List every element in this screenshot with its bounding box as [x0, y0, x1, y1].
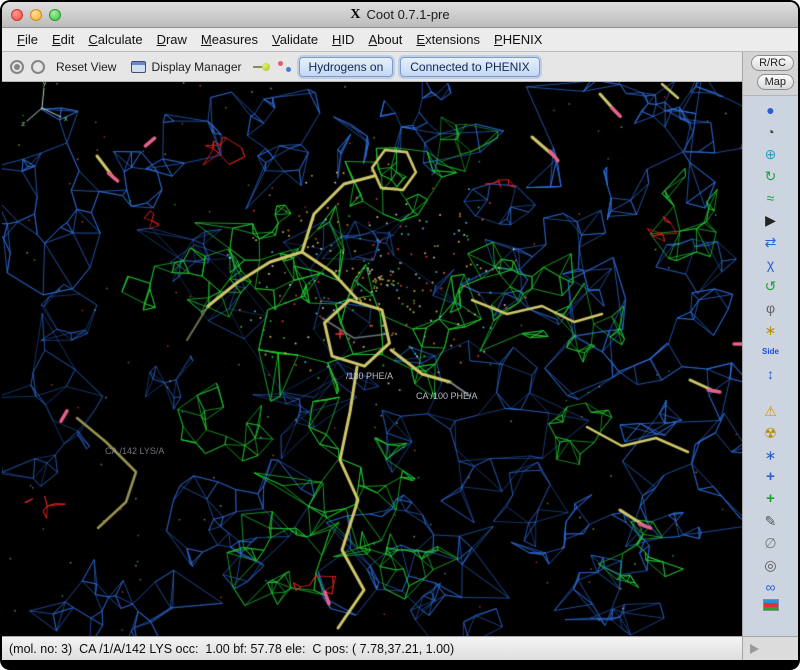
x11-icon: X [350, 7, 360, 23]
map-button[interactable]: Map [757, 74, 794, 90]
corner-cell [743, 636, 798, 660]
molecule-viewport[interactable] [2, 82, 742, 636]
flip-peptide-icon[interactable]: ↕ [760, 364, 782, 383]
edit-chi-angles-icon[interactable]: φ [760, 298, 782, 317]
menu-about[interactable]: About [361, 30, 409, 49]
crosshair-icon[interactable]: ⊕ [760, 144, 782, 163]
content-row: Reset View Display Manager Hydrogens on … [2, 52, 798, 660]
menu-calculate[interactable]: Calculate [81, 30, 149, 49]
delete-icon[interactable]: ∅ [760, 533, 782, 552]
reset-view-button[interactable]: Reset View [52, 58, 120, 76]
residue-label: CA /100 PHE/A [416, 391, 478, 401]
window: X Coot 0.7.1-pre File Edit Calculate Dra… [0, 0, 800, 670]
menu-edit[interactable]: Edit [45, 30, 81, 49]
circle-icon[interactable] [31, 60, 45, 74]
display-manager-icon [131, 61, 146, 73]
residue-label: CA /142 LYS/A [105, 446, 164, 456]
menubar: File Edit Calculate Draw Measures Valida… [2, 28, 798, 52]
coot-application: X Coot 0.7.1-pre File Edit Calculate Dra… [2, 2, 798, 660]
titlebar[interactable]: X Coot 0.7.1-pre [2, 2, 798, 28]
modelling-toolbar: ● ◔ ⊕ ↻ ≈ ▶ ⇄ χ ↺ φ ∗ Side ↕ ⚠ ☢ ∗ [743, 95, 798, 636]
sphere-toggle-icon[interactable]: ◎ [760, 555, 782, 574]
warning-icon[interactable]: ⚠ [760, 401, 782, 420]
menu-extensions[interactable]: Extensions [409, 30, 487, 49]
zoom-button[interactable] [49, 9, 61, 21]
menu-hid[interactable]: HID [325, 30, 361, 49]
menu-draw[interactable]: Draw [150, 30, 194, 49]
reset-view-label: Reset View [56, 60, 116, 74]
hydrogens-toggle-button[interactable]: Hydrogens on [299, 57, 394, 77]
close-button[interactable] [11, 9, 23, 21]
torsion-general-icon[interactable]: ∗ [760, 320, 782, 339]
menu-file[interactable]: File [10, 30, 45, 49]
rrc-button[interactable]: R/RC [751, 55, 794, 71]
menu-measures[interactable]: Measures [194, 30, 265, 49]
auto-fit-rotamer-icon[interactable]: χ [760, 254, 782, 273]
minimize-button[interactable] [30, 9, 42, 21]
radioactive-icon[interactable]: ☢ [760, 423, 782, 442]
clock-icon[interactable]: ◔ [760, 122, 782, 141]
regularize-icon[interactable]: ≈ [760, 188, 782, 207]
toolbar: Reset View Display Manager Hydrogens on … [2, 52, 742, 82]
side-chain-flip-tag[interactable]: Side [760, 342, 782, 361]
add-atom-icon[interactable]: + [760, 467, 782, 486]
main-column: Reset View Display Manager Hydrogens on … [2, 52, 742, 660]
statusbar: (mol. no: 3) CA /1/A/142 LYS occ: 1.00 b… [2, 636, 742, 660]
right-panel: R/RC Map ● ◔ ⊕ ↻ ≈ ▶ ⇄ χ ↺ φ ∗ Side ↕ [742, 52, 798, 660]
phenix-connection-button[interactable]: Connected to PHENIX [400, 57, 539, 77]
menu-phenix[interactable]: PHENIX [487, 30, 549, 49]
residue-label: /130 PHE/A [346, 371, 393, 381]
refine-zone-icon[interactable]: ↻ [760, 166, 782, 185]
flag-icon[interactable] [763, 599, 779, 611]
viewport-container: /130 PHE/A CA /100 PHE/A CA /142 LYS/A [2, 82, 742, 636]
display-manager-label: Display Manager [151, 60, 241, 74]
pencil-icon[interactable]: ✎ [760, 511, 782, 530]
status-text: (mol. no: 3) CA /1/A/142 LYS occ: 1.00 b… [9, 642, 454, 656]
window-controls [11, 9, 61, 21]
display-manager-button[interactable]: Display Manager [127, 58, 245, 76]
molecule-link-icon[interactable] [253, 62, 270, 71]
window-title-text: Coot 0.7.1-pre [367, 7, 450, 22]
overlap-icon[interactable]: ∞ [760, 577, 782, 596]
atom-labels-icon[interactable] [277, 60, 292, 73]
rotate-translate-icon[interactable]: ⇄ [760, 232, 782, 251]
add-terminal-residue-icon[interactable]: ∗ [760, 445, 782, 464]
rotamers-icon[interactable]: ↺ [760, 276, 782, 295]
add-residue-icon[interactable]: + [760, 489, 782, 508]
menu-validate[interactable]: Validate [265, 30, 325, 49]
sphere-icon[interactable]: ● [760, 100, 782, 119]
window-title: X Coot 0.7.1-pre [2, 2, 798, 27]
corner-play-icon[interactable] [750, 644, 759, 654]
rigid-body-icon[interactable]: ▶ [760, 210, 782, 229]
circle-dot-icon[interactable] [10, 60, 24, 74]
